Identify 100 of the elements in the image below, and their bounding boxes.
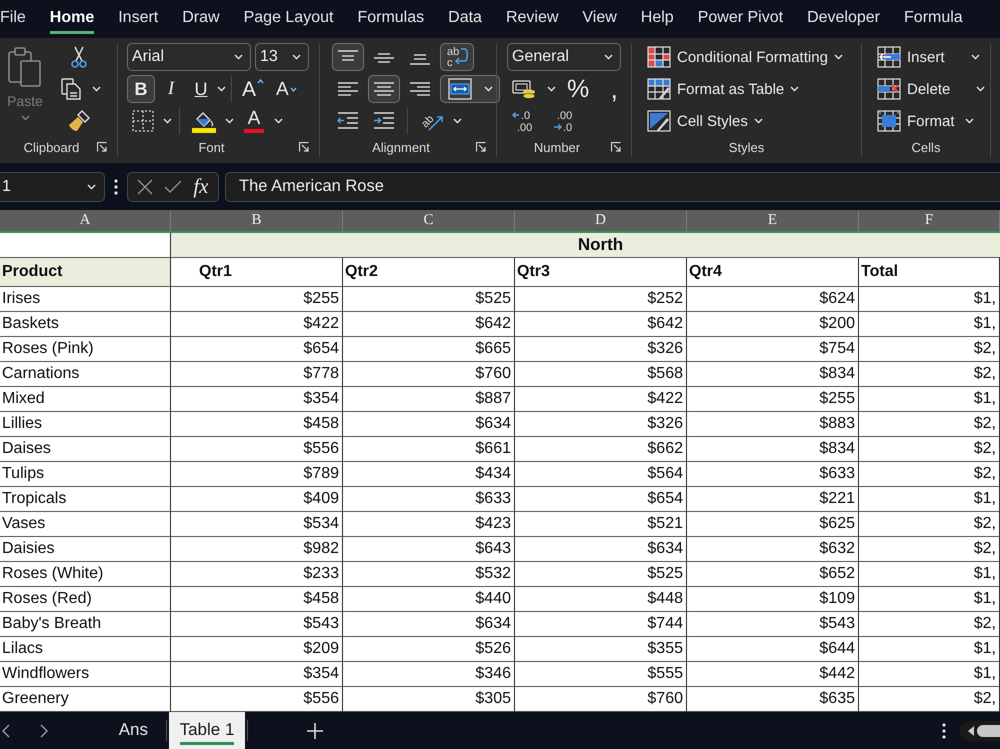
dialog-launcher-icon[interactable] xyxy=(97,142,107,152)
align-center-button[interactable] xyxy=(368,75,400,103)
ribbon-tab[interactable]: Draw xyxy=(182,0,220,34)
conditional-formatting-button[interactable]: Conditional Formatting xyxy=(644,43,848,71)
group-label: Clipboard xyxy=(24,140,80,154)
chevron-down-icon[interactable] xyxy=(274,118,283,124)
table-cell: $564 xyxy=(515,462,687,487)
chevron-down-icon[interactable] xyxy=(547,86,556,92)
ribbon-tab[interactable]: Review xyxy=(506,0,558,34)
group-header-cell: North xyxy=(171,233,1000,258)
increase-font-size-button[interactable]: A xyxy=(237,75,270,103)
table-cell: $632 xyxy=(687,537,859,562)
ribbon-tab[interactable]: View xyxy=(582,0,617,34)
table-cell: $568 xyxy=(515,362,687,387)
merge-center-button[interactable] xyxy=(440,75,500,103)
ribbon-tab[interactable]: Help xyxy=(640,0,674,34)
ribbon-tab[interactable]: File xyxy=(0,0,26,34)
table-cell: $665 xyxy=(343,337,515,362)
chevron-left-icon[interactable] xyxy=(2,724,10,738)
sheet-tab[interactable]: Ans xyxy=(100,712,164,749)
group-label: Cells xyxy=(912,140,940,154)
scroll-thumb[interactable] xyxy=(977,724,1000,736)
increase-decimal-button[interactable]: .0 .00 xyxy=(507,107,543,135)
orientation-button[interactable]: ab xyxy=(415,107,449,135)
chevron-down-icon xyxy=(976,86,986,92)
font-color-button[interactable]: A xyxy=(238,107,270,135)
decrease-indent-icon xyxy=(337,112,359,130)
wrap-text-button[interactable]: ab c xyxy=(440,43,474,71)
dialog-launcher-icon[interactable] xyxy=(299,142,309,152)
name-box[interactable]: 1 xyxy=(0,172,105,202)
cell-styles-button[interactable]: Cell Styles xyxy=(644,107,848,135)
chevron-down-icon[interactable] xyxy=(163,118,172,124)
decrease-font-size-button[interactable]: A xyxy=(271,75,302,103)
chevron-down-icon[interactable] xyxy=(217,86,226,92)
column-header[interactable]: D xyxy=(515,210,687,231)
delete-cells-button[interactable]: Delete xyxy=(874,75,990,103)
ribbon-tab[interactable]: Formula xyxy=(904,0,963,34)
delete-cells-icon xyxy=(877,78,901,100)
ribbon-tab[interactable]: Developer xyxy=(807,0,880,34)
column-header[interactable]: F xyxy=(859,210,1000,231)
table-cell: $1, xyxy=(859,562,1000,587)
bold-button[interactable]: B xyxy=(127,75,155,103)
table-cell: $543 xyxy=(171,612,343,637)
scroll-left-icon[interactable] xyxy=(968,726,974,736)
ribbon-tab[interactable]: Home xyxy=(50,0,94,34)
table-cell: $556 xyxy=(171,437,343,462)
chevron-down-icon xyxy=(484,86,492,92)
number-format-dropdown[interactable]: General xyxy=(507,43,621,71)
percent-style-button[interactable]: % xyxy=(562,75,594,103)
table-cell: Vases xyxy=(0,512,171,537)
table-cell: $442 xyxy=(687,662,859,687)
column-header[interactable]: E xyxy=(687,210,859,231)
column-header[interactable]: B xyxy=(171,210,343,231)
cancel-icon[interactable] xyxy=(137,178,154,194)
insert-cells-button[interactable]: Insert xyxy=(874,43,990,71)
ribbon-tab[interactable]: Power Pivot xyxy=(698,0,784,34)
format-cells-icon xyxy=(877,110,901,132)
format-table-button[interactable]: Format as Table xyxy=(644,75,848,103)
table-cell: Lilacs xyxy=(0,637,171,662)
dialog-launcher-icon[interactable] xyxy=(476,142,486,152)
table-cell: Baby's Breath xyxy=(0,612,171,637)
font-name-dropdown[interactable]: Arial xyxy=(127,43,251,71)
table-cell: $346 xyxy=(343,662,515,687)
table-cell: $109 xyxy=(687,587,859,612)
ribbon-tab[interactable]: Insert xyxy=(118,0,158,34)
ribbon-tab[interactable]: Formulas xyxy=(357,0,424,34)
table-cell: Baskets xyxy=(0,312,171,337)
add-sheet-icon[interactable] xyxy=(307,722,323,738)
chevron-down-icon[interactable] xyxy=(225,118,234,124)
table-cell: $1, xyxy=(859,287,1000,312)
format-cells-button[interactable]: Format xyxy=(874,107,990,135)
comma-style-button[interactable]: , xyxy=(600,75,628,103)
chevron-down-icon[interactable] xyxy=(453,118,462,124)
chevron-right-icon[interactable] xyxy=(40,724,48,738)
table-cell: $834 xyxy=(687,362,859,387)
chevron-down-icon xyxy=(754,118,763,124)
chevron-down-icon[interactable] xyxy=(92,86,101,92)
ribbon-tab[interactable]: Page Layout xyxy=(244,0,334,34)
borders-icon xyxy=(132,110,154,132)
more-options-icon[interactable] xyxy=(114,178,118,194)
font-size-dropdown[interactable]: 13 xyxy=(255,43,309,71)
decrease-decimal-button[interactable]: .00 .0 xyxy=(547,107,583,135)
checkmark-icon[interactable] xyxy=(164,180,182,194)
ribbon-tab[interactable]: Data xyxy=(448,0,482,34)
more-options-icon[interactable] xyxy=(942,722,946,738)
horizontal-scrollbar[interactable] xyxy=(960,720,1000,740)
formula-input-field[interactable]: The American Rose xyxy=(225,172,1000,202)
insert-function-button[interactable]: fx xyxy=(193,174,208,199)
dialog-launcher-icon[interactable] xyxy=(611,142,621,152)
table-cell: $642 xyxy=(515,312,687,337)
italic-button[interactable]: I xyxy=(157,75,185,103)
table-cell: $634 xyxy=(343,412,515,437)
column-header[interactable]: A xyxy=(0,210,171,231)
align-top-button[interactable] xyxy=(332,43,364,71)
table-cell: $555 xyxy=(515,662,687,687)
table-cell: $635 xyxy=(687,687,859,712)
underline-button[interactable]: U xyxy=(187,75,215,103)
sheet-tab[interactable]: Table 1 xyxy=(169,712,245,749)
column-header[interactable]: C xyxy=(343,210,515,231)
table-cell: Tropicals xyxy=(0,487,171,512)
